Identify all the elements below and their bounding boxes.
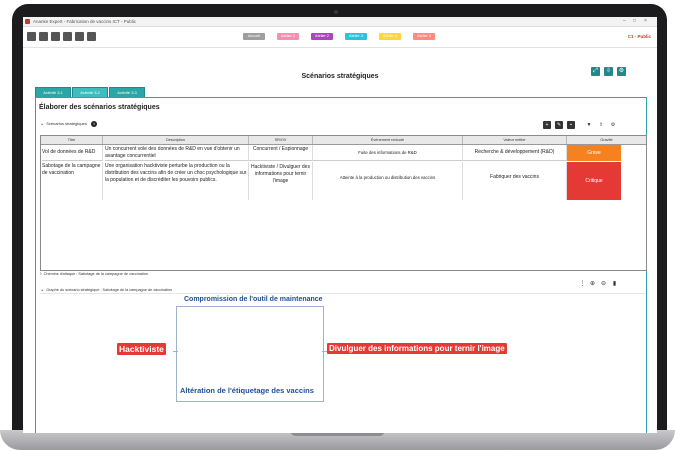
download-icon[interactable] — [75, 32, 84, 41]
cell-event: Fuite des informations de R&D — [313, 145, 463, 161]
main-toolbar: Accueil Atelier 1 Atelier 2 Atelier 3 At… — [23, 27, 657, 48]
source-node[interactable]: Hacktiviste — [117, 343, 166, 355]
edit-icon[interactable]: ✎ — [555, 121, 563, 129]
cell-title: Sabotage de la campagne de vaccination — [42, 162, 103, 200]
delete-icon[interactable]: ▪ — [567, 121, 575, 129]
step-accueil[interactable]: Accueil — [243, 33, 265, 40]
table-header: Titre Description SR/OV Événement redout… — [41, 136, 646, 145]
step-atelier-3[interactable]: Atelier 3 — [345, 33, 367, 40]
cell-title: Vol de données de R&D — [42, 145, 103, 161]
attack-chain-header[interactable]: › Chemins d'attaque : Sabotage de la camp… — [40, 271, 148, 277]
source-connector — [173, 351, 178, 352]
export-graph-icon[interactable]: ▮ — [611, 281, 618, 288]
app-logo-icon — [25, 19, 30, 24]
new-file-icon[interactable] — [27, 32, 36, 41]
col-gravite[interactable]: Gravité — [567, 136, 646, 144]
cell-value: Recherche & développement (R&D) — [463, 145, 567, 161]
filter-icon[interactable]: ▼ — [585, 121, 593, 129]
bottom-path-label: Altération de l'étiquetage des vaccins — [180, 386, 314, 395]
severity-badge: Critique — [567, 162, 621, 200]
maximize-icon[interactable]: □ — [633, 18, 636, 24]
zoom-out-icon[interactable]: ⊖ — [600, 281, 607, 288]
severity-badge: Grave — [567, 145, 621, 161]
col-valeur-metier[interactable]: Valeur métier — [463, 136, 567, 144]
step-atelier-2[interactable]: Atelier 2 — [311, 33, 333, 40]
chevron-right-icon: › — [40, 271, 42, 277]
app-window: Ananke Expert - Fabrication de vaccins I… — [23, 17, 657, 433]
cell-value: Fabriquer des vaccins — [463, 162, 567, 200]
upload-icon[interactable]: ⇧ — [597, 121, 605, 129]
scenarios-section-header[interactable]: ⌄ Scénarios stratégiques — [40, 121, 87, 127]
col-titre[interactable]: Titre — [41, 136, 103, 144]
zoom-in-icon[interactable]: ⊕ — [589, 281, 596, 288]
tab-activite-3-3[interactable]: Activité 3.3 — [109, 87, 145, 97]
table-settings-icon[interactable]: ⚙ — [609, 121, 617, 129]
tab-activite-3-1[interactable]: Activité 3.1 — [35, 87, 71, 97]
help-icon[interactable]: ⚙ — [617, 67, 626, 76]
cell-description: Une organisation hacktiviste perturbe la… — [105, 162, 249, 200]
export-icon[interactable]: ⇩ — [604, 67, 613, 76]
cell-srov: Hacktiviste / Divulguer des informations… — [249, 162, 313, 200]
col-description[interactable]: Description — [103, 136, 249, 144]
col-evenement[interactable]: Événement redouté — [313, 136, 463, 144]
cell-description: Un concurrent vole des données de R&D en… — [105, 145, 249, 161]
tab-activite-3-2[interactable]: Activité 3.2 — [72, 87, 108, 97]
page-title: Scénarios stratégiques — [301, 73, 379, 80]
col-srov[interactable]: SR/OV — [249, 136, 313, 144]
top-path-label: Compromission de l'outil de maintenance — [184, 296, 323, 303]
step-atelier-4[interactable]: Atelier 4 — [379, 33, 401, 40]
close-icon[interactable]: × — [644, 18, 647, 24]
info-icon[interactable]: i — [91, 121, 97, 127]
settings-icon[interactable] — [87, 32, 96, 41]
graph-title: Graphe du scénario stratégique : Sabotag… — [46, 288, 173, 292]
more-options-icon[interactable]: ⋮ — [579, 281, 586, 288]
camera-dot — [334, 10, 338, 14]
fullscreen-icon[interactable]: ⤢ — [591, 67, 600, 76]
classification-badge: C1 - Public — [627, 34, 651, 39]
cell-event: Atteinte à la production ou distribution… — [313, 162, 463, 200]
cell-srov: Concurrent / Espionnage — [249, 145, 313, 161]
save-as-icon[interactable] — [63, 32, 72, 41]
add-icon[interactable]: + — [543, 121, 551, 129]
step-atelier-1[interactable]: Atelier 1 — [277, 33, 299, 40]
strategic-graph: Compromission de l'outil de maintenance … — [40, 293, 645, 433]
open-folder-icon[interactable] — [39, 32, 48, 41]
attack-chain-title: Chemins d'attaque : Sabotage de la campa… — [43, 272, 149, 276]
section-title: Scénarios stratégiques — [46, 121, 87, 126]
panel-title: Élaborer des scénarios stratégiques — [39, 104, 160, 111]
title-bar: Ananke Expert - Fabrication de vaccins I… — [23, 17, 657, 27]
chevron-down-icon: ⌄ — [40, 121, 45, 127]
save-icon[interactable] — [51, 32, 60, 41]
target-node[interactable]: Divulguer des informations pour ternir l… — [327, 343, 507, 354]
scenarios-table: Titre Description SR/OV Événement redout… — [40, 135, 647, 271]
step-atelier-5[interactable]: Atelier 5 — [413, 33, 435, 40]
window-title: Ananke Expert - Fabrication de vaccins I… — [33, 19, 136, 24]
minimize-icon[interactable]: – — [623, 18, 626, 24]
